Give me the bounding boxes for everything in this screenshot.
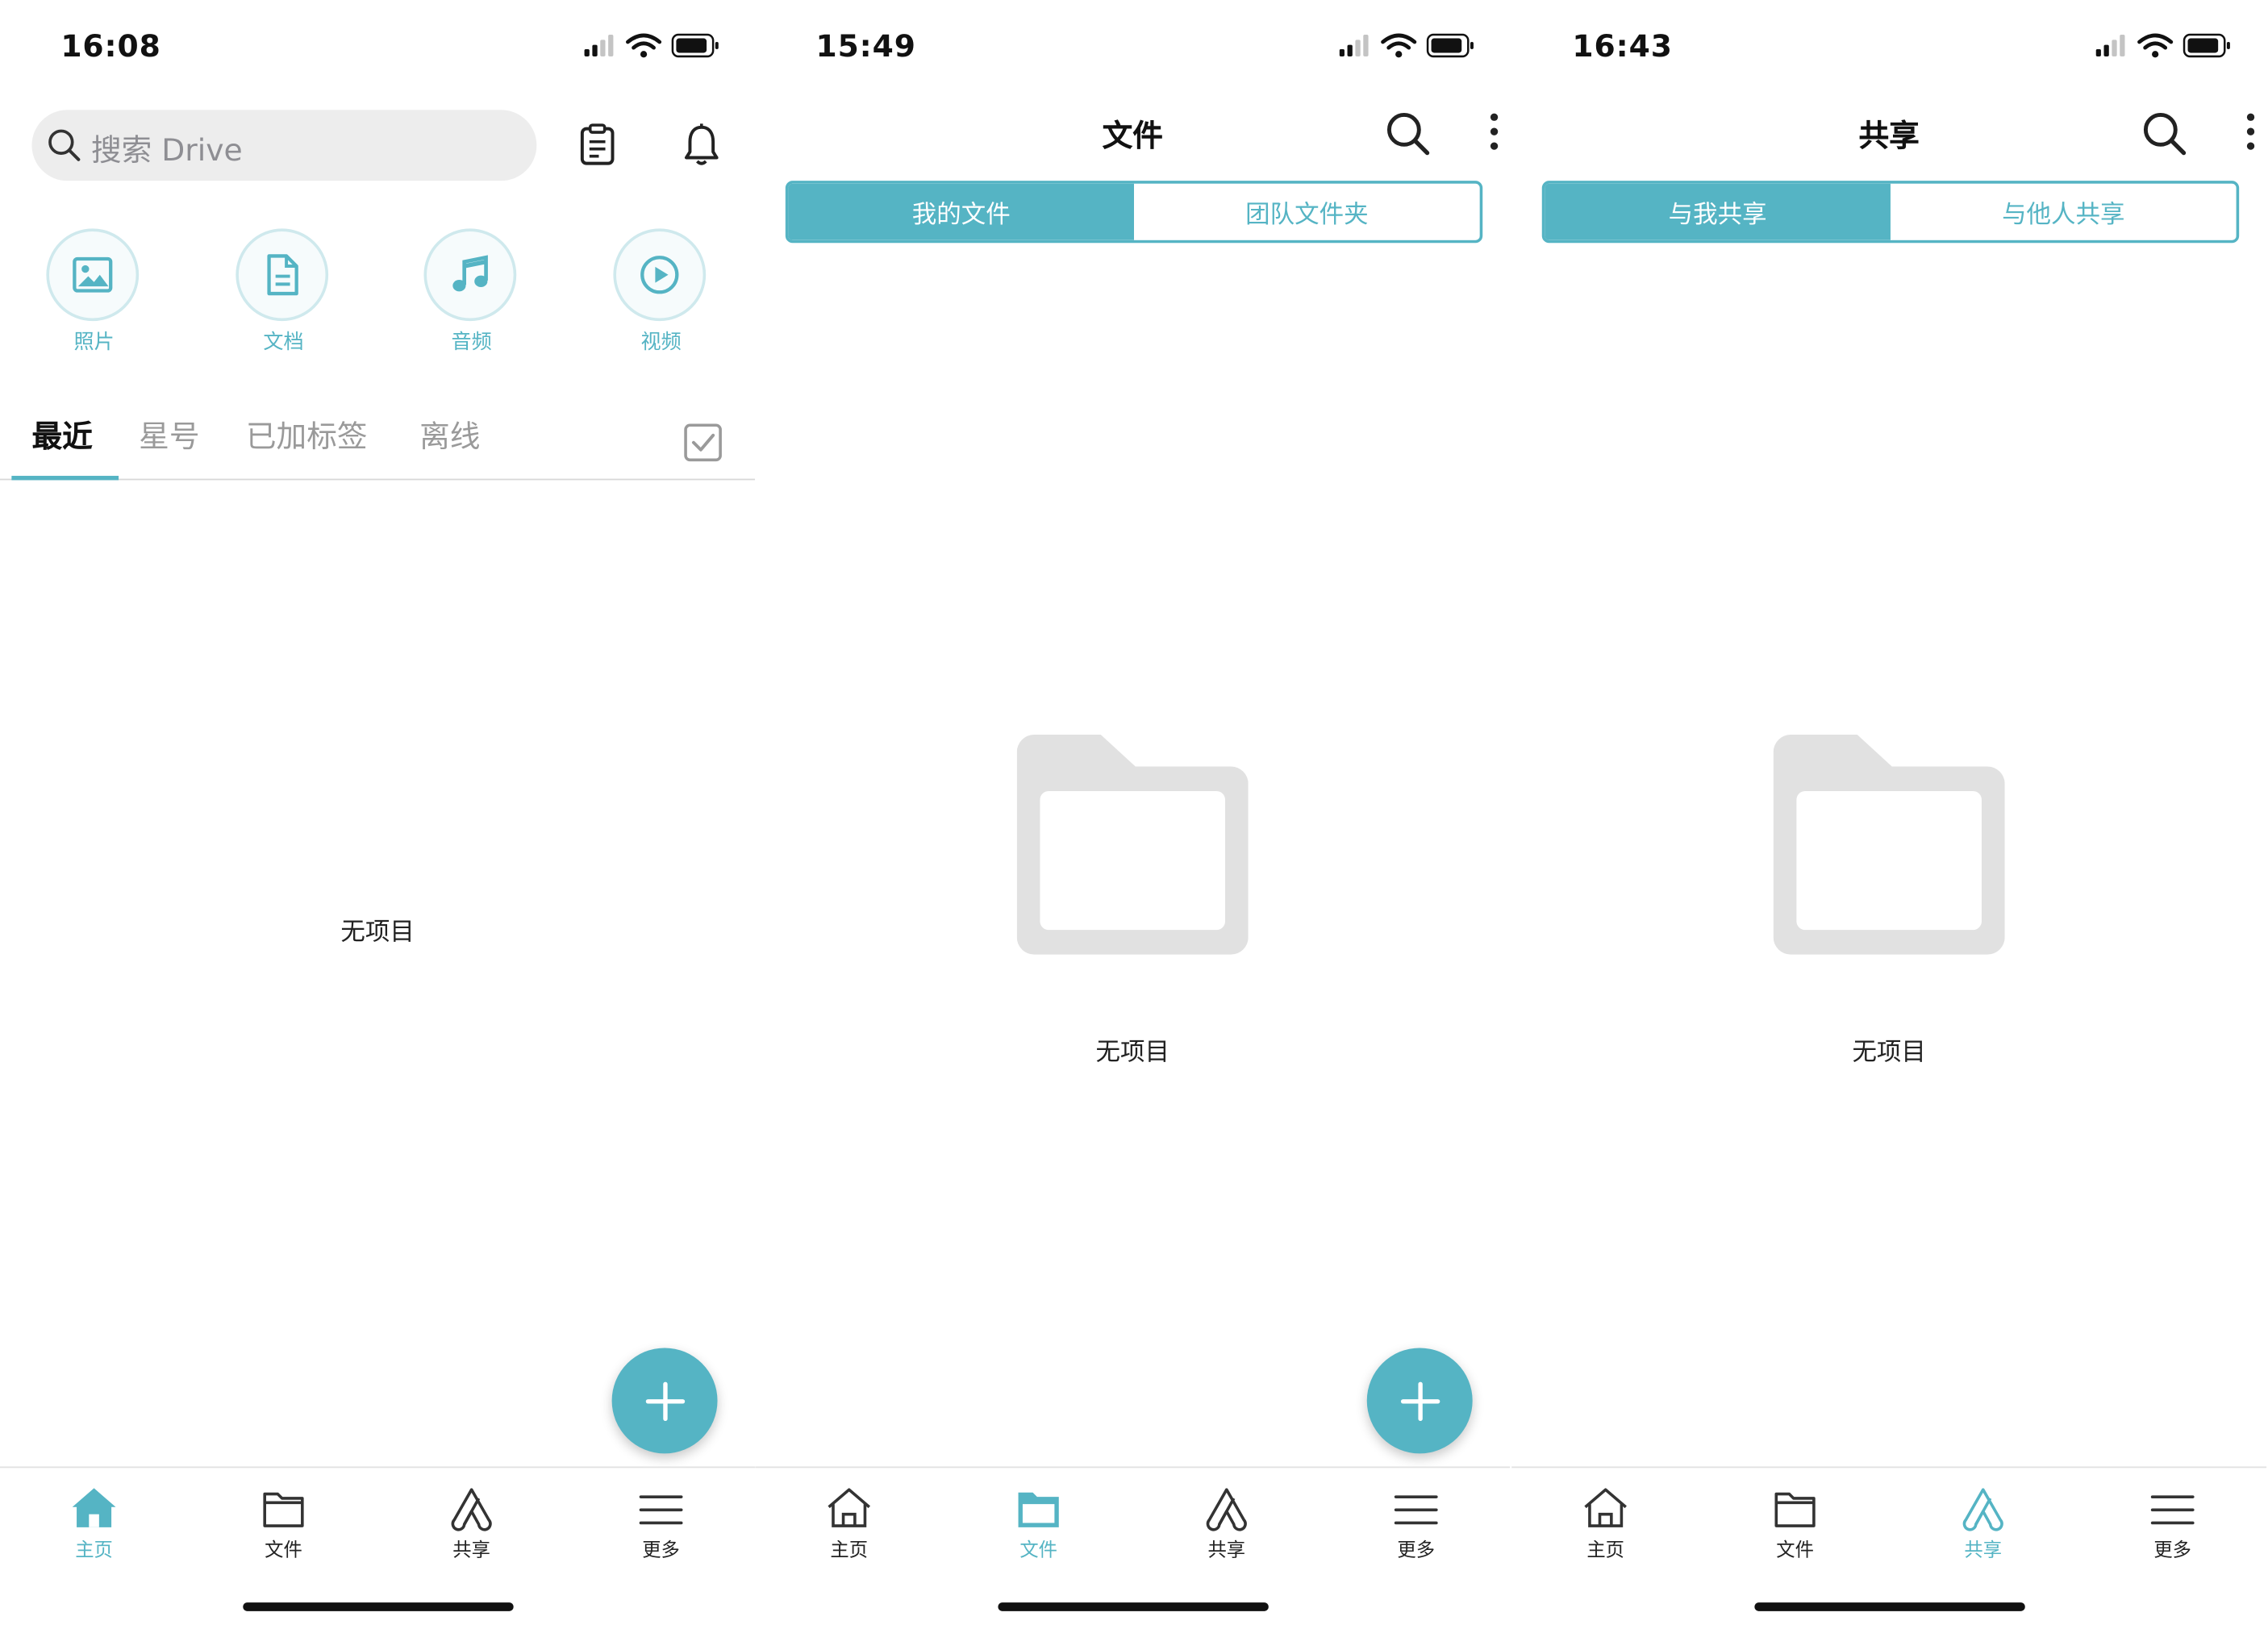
search-icon[interactable] [1384,110,1430,156]
menu-icon [639,1495,683,1525]
nav-label: 文件 [265,1539,302,1562]
empty-state-text: 无项目 [1095,1038,1169,1068]
empty-state-text: 无项目 [340,918,415,948]
document-icon [236,228,329,322]
search-icon [48,129,81,161]
status-icons [585,31,721,60]
nav-files[interactable]: 文件 [988,1485,1090,1562]
home-icon [1583,1488,1628,1527]
files-screen: 15:49 文件 我的文件 团队文件夹 无项目 主页 文件 共享 更多 [755,0,1511,1629]
category-videos[interactable]: 视频 [613,228,708,356]
nav-more[interactable]: 更多 [611,1485,712,1562]
nav-label: 更多 [642,1539,680,1562]
more-options-icon[interactable] [1486,110,1503,153]
nav-more[interactable]: 更多 [1365,1485,1467,1562]
nav-files[interactable]: 文件 [1745,1485,1846,1562]
share-icon [1206,1488,1247,1531]
photo-icon [46,228,140,322]
home-icon [827,1488,871,1527]
category-label: 照片 [73,331,115,355]
share-screen: 16:43 共享 与我共享 与他人共享 无项目 主页 文件 共享 更多 [1511,0,2267,1629]
category-label: 音频 [451,331,492,355]
segment-my-files[interactable]: 我的文件 [788,183,1135,240]
active-tab-indicator [11,476,119,481]
nav-label: 主页 [1586,1539,1624,1562]
more-options-icon[interactable] [2242,110,2260,153]
home-indicator [1754,1602,2025,1611]
category-audio[interactable]: 音频 [423,228,519,356]
nav-home[interactable]: 主页 [1555,1485,1657,1562]
menu-icon [1394,1495,1438,1525]
share-segmented-control: 与我共享 与他人共享 [1541,181,2240,244]
home-icon [72,1488,116,1527]
nav-label: 文件 [1019,1539,1057,1562]
category-label: 视频 [640,331,682,355]
nav-files[interactable]: 文件 [233,1485,335,1562]
home-screen: 16:08 搜索 Drive 照片 文档 音频 视频 最近 星号 已加标签 离线… [0,0,756,1629]
home-indicator [243,1602,514,1611]
empty-state-text: 无项目 [1852,1038,1926,1068]
segment-shared-with-me[interactable]: 与我共享 [1545,183,1891,240]
nav-label: 主页 [830,1539,869,1562]
status-time: 16:43 [1572,28,1673,64]
tab-starred[interactable]: 星号 [139,414,199,457]
app-screenshot-stage: 16:08 搜索 Drive 照片 文档 音频 视频 最近 星号 已加标签 离线… [0,0,2268,1629]
folder-icon [1018,1492,1059,1527]
nav-label: 文件 [1776,1539,1814,1562]
nav-share[interactable]: 共享 [1176,1485,1278,1562]
nav-home[interactable]: 主页 [798,1485,900,1562]
bell-icon[interactable] [682,123,720,166]
folder-icon [263,1492,304,1527]
search-bar[interactable]: 搜索 Drive [31,110,537,181]
nav-label: 共享 [1964,1539,2003,1562]
add-button[interactable] [611,1348,718,1454]
category-documents[interactable]: 文档 [236,228,331,356]
music-icon [423,228,517,322]
nav-label: 共享 [1207,1539,1246,1562]
add-button[interactable] [1366,1348,1473,1454]
nav-share[interactable]: 共享 [1932,1485,2034,1562]
select-checkbox-icon[interactable] [682,423,723,463]
files-segmented-control: 我的文件 团队文件夹 [785,181,1483,244]
nav-home[interactable]: 主页 [44,1485,145,1562]
tab-recent[interactable]: 最近 [31,414,92,457]
share-icon [1962,1488,2003,1531]
nav-share[interactable]: 共享 [421,1485,523,1562]
empty-folder-icon [1773,735,2005,955]
nav-label: 共享 [452,1539,490,1562]
search-icon[interactable] [2141,110,2187,156]
category-label: 文档 [263,331,304,355]
video-play-icon [613,228,707,322]
segment-team-folders[interactable]: 团队文件夹 [1134,183,1480,240]
plus-icon [1398,1379,1441,1423]
menu-icon [2150,1495,2195,1525]
share-icon [451,1488,492,1531]
category-photos[interactable]: 照片 [46,228,141,356]
status-time: 15:49 [815,28,916,64]
tab-offline[interactable]: 离线 [419,414,480,457]
empty-folder-icon [1016,735,1249,955]
folder-icon [1774,1492,1816,1527]
plus-icon [643,1379,686,1423]
nav-label: 更多 [1397,1539,1436,1562]
segment-shared-with-others[interactable]: 与他人共享 [1890,183,2237,240]
home-indicator [998,1602,1269,1611]
tab-tagged[interactable]: 已加标签 [246,414,368,457]
status-time: 16:08 [60,28,161,64]
status-icons [1340,31,1476,60]
home-tabs: 最近 星号 已加标签 离线 [0,410,756,481]
nav-more[interactable]: 更多 [2122,1485,2224,1562]
clipboard-icon[interactable] [578,123,616,166]
status-icons [2096,31,2233,60]
search-input[interactable]: 搜索 Drive [91,127,243,171]
nav-label: 主页 [75,1539,113,1562]
nav-label: 更多 [2153,1539,2192,1562]
